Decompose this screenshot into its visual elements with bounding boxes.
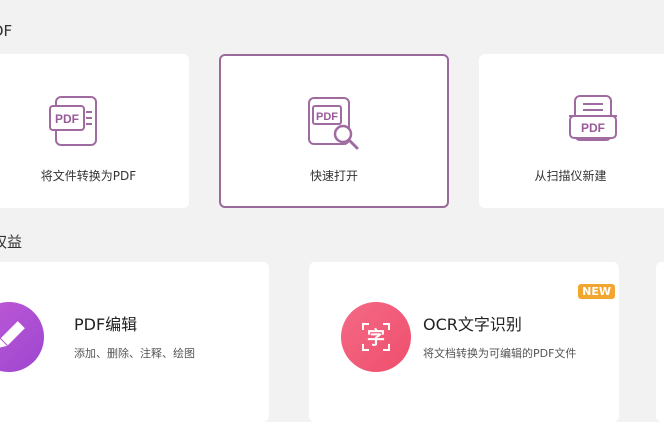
new-badge: NEW bbox=[578, 284, 615, 299]
ocr-char-icon: 字 bbox=[341, 302, 411, 372]
new-from-scanner-card[interactable]: PDF 从扫描仪新建 bbox=[479, 54, 664, 208]
next-feature-card[interactable] bbox=[656, 262, 664, 422]
pdf-search-icon: PDF bbox=[307, 96, 361, 154]
ocr-desc: 将文档转换为可编辑的PDF文件 bbox=[423, 347, 577, 360]
pdf-edit-desc: 添加、删除、注释、绘图 bbox=[74, 347, 195, 360]
pencil-icon bbox=[0, 302, 44, 372]
pdf-icon-text: PDF bbox=[581, 121, 605, 135]
ocr-char: 字 bbox=[367, 327, 385, 349]
quick-open-card[interactable]: PDF 快速打开 bbox=[219, 54, 449, 208]
pdf-icon-text: PDF bbox=[55, 112, 79, 126]
section-title-benefits: 权益 bbox=[0, 233, 23, 251]
ocr-card[interactable]: NEW 字 OCR文字识别 将文档转换为可编辑的PDF文件 bbox=[309, 262, 619, 422]
pdf-edit-title: PDF编辑 bbox=[74, 315, 138, 334]
pdf-convert-icon: PDF bbox=[48, 96, 100, 152]
pdf-scanner-icon: PDF bbox=[567, 94, 621, 152]
convert-to-pdf-card[interactable]: PDF 将文件转换为PDF bbox=[0, 54, 189, 208]
section-title-pdf: DF bbox=[0, 22, 13, 40]
pdf-icon-text: PDF bbox=[316, 111, 338, 123]
convert-to-pdf-label: 将文件转换为PDF bbox=[40, 169, 137, 183]
new-from-scanner-label: 从扫描仪新建 bbox=[534, 169, 607, 183]
quick-open-label: 快速打开 bbox=[309, 169, 358, 183]
ocr-title: OCR文字识别 bbox=[423, 315, 522, 334]
pdf-edit-card[interactable]: PDF编辑 添加、删除、注释、绘图 bbox=[0, 262, 269, 422]
